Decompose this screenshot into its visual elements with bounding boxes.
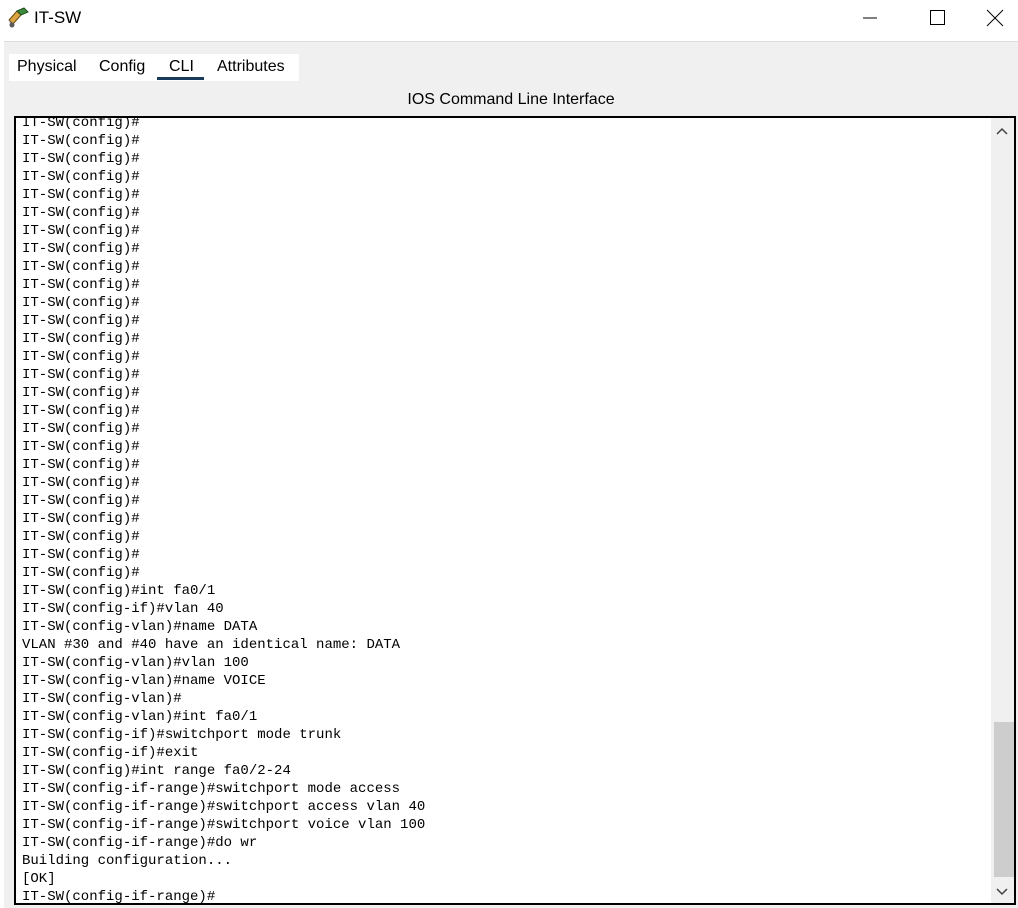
console-line: IT-SW(config-if)#vlan 40 [22, 601, 224, 617]
console-line: IT-SW(config)# [22, 133, 140, 149]
console-line: IT-SW(config-if-range)#switchport voice … [22, 817, 426, 833]
console-line: IT-SW(config)# [22, 547, 140, 563]
tab-physical[interactable]: Physical [17, 58, 77, 76]
console-line: IT-SW(config)# [22, 529, 140, 545]
console-line: [OK] [22, 871, 56, 887]
console-line: IT-SW(config)# [22, 241, 140, 257]
console-line: IT-SW(config)# [22, 439, 140, 455]
console-line: IT-SW(config)# [22, 331, 140, 347]
minimize-icon [863, 17, 877, 19]
maximize-icon [930, 10, 945, 25]
console-line: IT-SW(config)# [22, 421, 140, 437]
console-line: IT-SW(config-vlan)#int fa0/1 [22, 709, 258, 725]
console-line: IT-SW(config)# [22, 385, 140, 401]
active-tab-indicator [157, 77, 204, 80]
console-line: IT-SW(config)# [22, 511, 140, 527]
title-bar: IT-SW [0, 0, 1018, 40]
console-line: IT-SW(config)# [22, 295, 140, 311]
console-line: IT-SW(config)#int fa0/1 [22, 583, 216, 599]
window-title: IT-SW [34, 8, 82, 27]
cli-console[interactable]: IT-SW(config)# IT-SW(config)# IT-SW(config… [14, 116, 1016, 905]
console-line: IT-SW(config-if-range)# [22, 889, 216, 905]
console-line: IT-SW(config)# [22, 151, 140, 167]
console-line: IT-SW(config-vlan)# [22, 691, 182, 707]
console-line: IT-SW(config-vlan)#name DATA [22, 619, 258, 635]
cli-heading: IOS Command Line Interface [407, 91, 615, 108]
console-line: IT-SW(config)# [22, 116, 140, 131]
console-line: IT-SW(config)# [22, 565, 140, 581]
close-icon [986, 9, 1004, 27]
console-line: IT-SW(config)#int range fa0/2-24 [22, 763, 291, 779]
console-line: IT-SW(config-vlan)#vlan 100 [22, 655, 249, 671]
console-line: IT-SW(config)# [22, 349, 140, 365]
tab-config[interactable]: Config [99, 58, 145, 76]
console-line: IT-SW(config)# [22, 259, 140, 275]
minimize-button[interactable] [847, 0, 893, 36]
console-line: IT-SW(config-if-range)#switchport access… [22, 799, 426, 815]
console-line: IT-SW(config)# [22, 367, 140, 383]
console-line: Building configuration... [22, 853, 233, 869]
console-output: IT-SW(config)# IT-SW(config)# IT-SW(config… [22, 116, 426, 905]
console-line: IT-SW(config-if-range)#do wr [22, 835, 258, 851]
console-line: IT-SW(config)# [22, 205, 140, 221]
tab-cli[interactable]: CLI [169, 58, 194, 76]
close-button[interactable] [972, 0, 1018, 36]
tab-attributes[interactable]: Attributes [217, 58, 285, 76]
console-line: VLAN #30 and #40 have an identical name:… [22, 637, 401, 653]
console-line: IT-SW(config-vlan)#name VOICE [22, 673, 266, 689]
console-line: IT-SW(config)# [22, 493, 140, 509]
maximize-button[interactable] [914, 0, 960, 36]
console-line: IT-SW(config)# [22, 277, 140, 293]
console-line: IT-SW(config)# [22, 187, 140, 203]
console-line: IT-SW(config)# [22, 313, 140, 329]
packet-tracer-switch-icon [8, 7, 29, 28]
console-line: IT-SW(config)# [22, 223, 140, 239]
console-line: IT-SW(config-if-range)#switchport mode a… [22, 781, 401, 797]
console-line: IT-SW(config)# [22, 403, 140, 419]
scrollbar-thumb[interactable] [994, 722, 1014, 877]
scroll-up-arrow-icon[interactable] [996, 126, 1008, 136]
console-line: IT-SW(config)# [22, 457, 140, 473]
scroll-down-arrow-icon[interactable] [996, 887, 1008, 897]
console-line: IT-SW(config-if)#switchport mode trunk [22, 727, 342, 743]
tab-strip: Physical Config CLI Attributes [4, 41, 1018, 82]
console-line: IT-SW(config-if)#exit [22, 745, 199, 761]
console-scrollbar[interactable] [991, 118, 1014, 903]
console-line: IT-SW(config)# [22, 475, 140, 491]
console-line: IT-SW(config)# [22, 169, 140, 185]
